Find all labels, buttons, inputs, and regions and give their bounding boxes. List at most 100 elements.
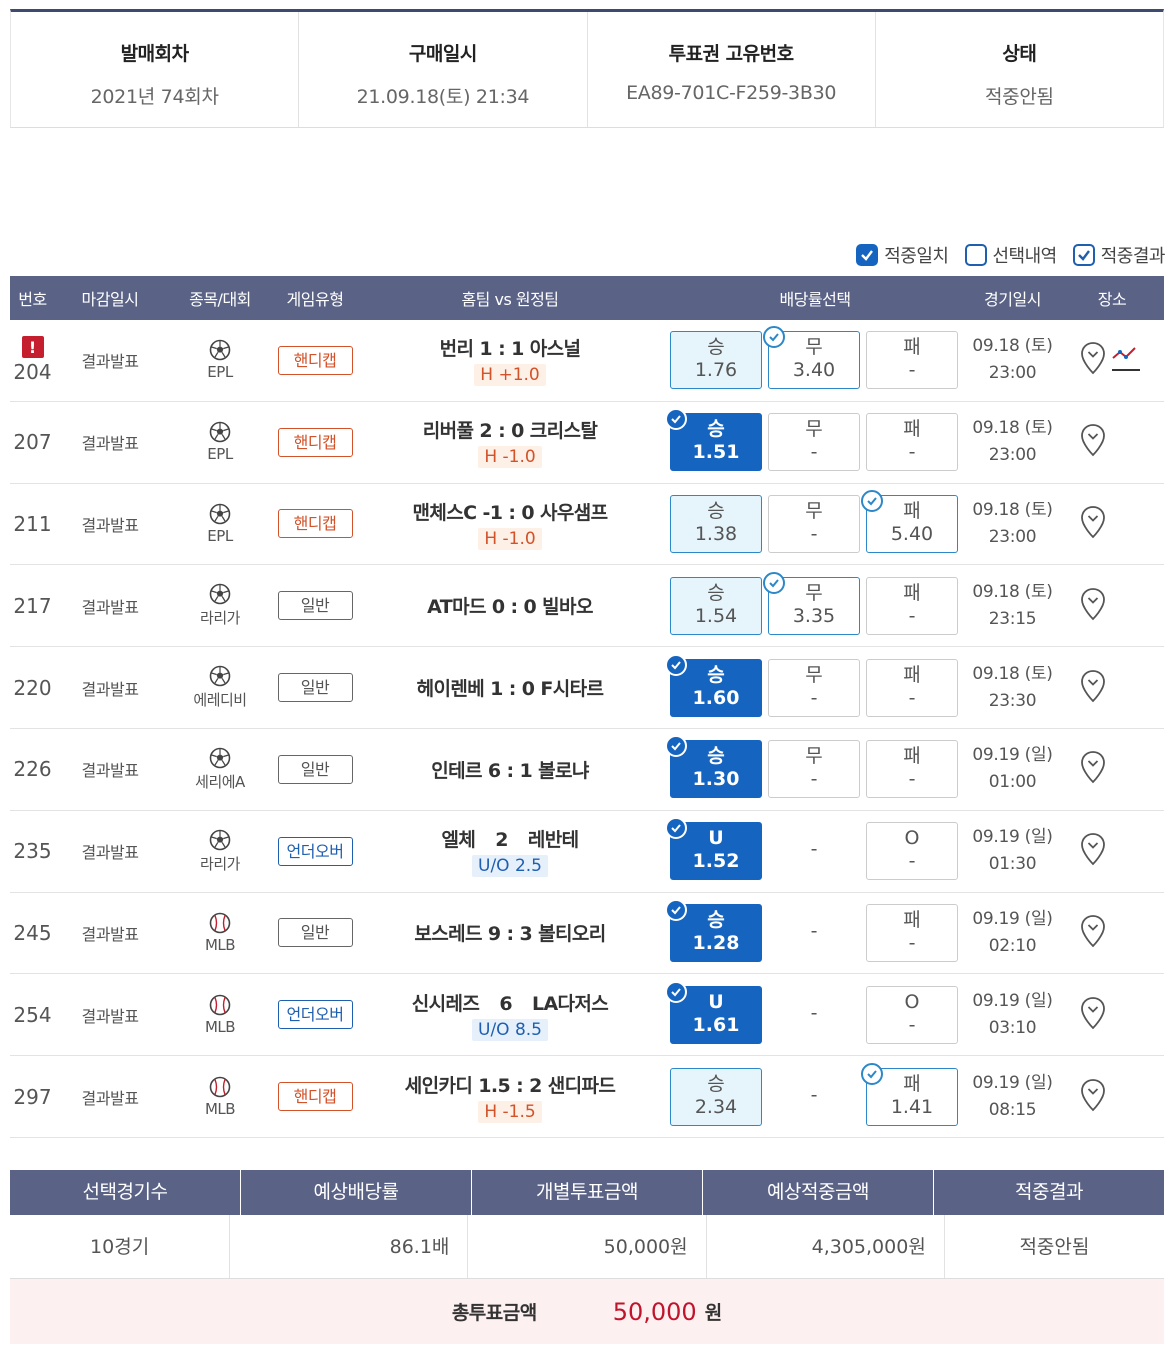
odds-option[interactable]: 승 1.51 [665,408,762,472]
odds-value: 2.34 [694,1095,738,1118]
odds-value: 1.30 [692,768,740,791]
location-pin-icon[interactable] [1080,587,1106,625]
soccer-ball-icon [165,339,275,361]
odds-option[interactable]: 패 1.41 [861,1062,958,1126]
match-datetime-cell: 09.18 (토) 23:30 [965,661,1060,715]
legend-match-toggle[interactable]: 적중일치 [856,242,949,268]
score-separator: : [508,501,516,524]
close-status-cell: 결과발표 [55,348,165,372]
odds-option[interactable]: 패- [866,331,958,390]
location-pin-icon[interactable] [1080,750,1106,788]
game-type-cell: 일반 [275,918,355,948]
match-date: 09.19 (일) [972,827,1053,848]
game-type-badge: 핸디캡 [277,427,353,457]
odds-option[interactable]: 패- [866,740,958,799]
checkbox-outline-checked-icon[interactable] [1072,244,1095,266]
odds-option[interactable]: O- [866,822,958,881]
match-time: 23:30 [988,690,1037,711]
odds-option[interactable]: 무- [768,494,860,553]
sport-cell: EPL [165,339,275,381]
odds-option[interactable]: 패- [866,658,958,717]
col-odds: 배당률선택 [779,290,851,309]
check-circle-icon [665,980,687,1003]
home-team: 인테르 6 [431,759,501,782]
legend-selection-toggle[interactable]: 선택내역 [964,242,1057,268]
teams-cell: 보스레드 9:3 볼티오리 [355,919,665,946]
summary-label: 상태 [1002,43,1037,65]
odds-option[interactable]: 무- [768,658,860,717]
location-pin-icon[interactable] [1080,669,1106,707]
match-row: 211 결과발표 EPL 핸디캡 맨체스C -1:0 사우샘프 H -1.0 승 1.38 무 -… [10,484,1164,566]
match-date: 09.19 (일) [972,908,1053,929]
stats-chart-icon[interactable] [1110,342,1142,378]
location-pin-icon[interactable] [1080,341,1106,379]
odds-option[interactable]: 승 1.54 [670,576,762,635]
match-no-cell: ! 204 [10,336,55,384]
odds-cell: 승 1.54 무 3.35 패 - [665,571,965,635]
odds-option[interactable]: 승 1.28 [665,898,762,962]
location-pin-icon[interactable] [1080,996,1106,1034]
teams-cell: 맨체스C -1:0 사우샘프 H -1.0 [355,498,665,550]
odds-option[interactable]: U 1.61 [665,980,762,1044]
odds-option: - [768,904,860,962]
match-time: 23:15 [988,608,1037,629]
odds-option[interactable]: 패- [866,413,958,472]
location-pin-icon[interactable] [1080,423,1106,461]
odds-option[interactable]: 패 5.40 [861,489,958,553]
score-separator: : [506,759,515,782]
value-expected-payout: 4,305,000원 [707,1215,945,1278]
soccer-ball-icon [165,421,275,443]
col-place: 장소 [1097,290,1127,309]
odds-value: 1.38 [694,522,738,545]
odds-option[interactable]: 승 1.60 [665,653,762,717]
odds-label: 무 [805,745,823,768]
odds-option[interactable]: 무 3.40 [763,326,860,390]
teams-line: 세인카디 1.5:2 샌디파드 [355,1071,665,1098]
odds-option[interactable]: 승 2.34 [670,1067,762,1126]
location-pin-icon[interactable] [1080,914,1106,952]
legend: 적중일치 선택내역 적중결과 [856,242,1166,268]
total-stake-bar: 총투표금액 50,000 원 [10,1279,1164,1344]
match-row: 217 결과발표 라리가 일반 AT마드 0:0 빌바오 승 1.54 무 3.35 패 -09.1… [10,565,1164,648]
odds-option[interactable]: 패- [866,903,958,962]
away-team: 0 F시타르 [521,678,604,701]
odds-option[interactable]: 패- [866,576,958,635]
col-date: 경기일시 [984,290,1041,309]
checkbox-unchecked-icon[interactable] [964,244,987,266]
soccer-ball-icon [165,747,275,769]
odds-value: 1.52 [692,850,740,873]
odds-option[interactable]: O- [866,985,958,1044]
match-no: 297 [13,1084,52,1109]
league-name: EPL [207,363,233,382]
odds-option[interactable]: 승 1.76 [670,331,762,390]
odds-option[interactable]: 무 3.35 [763,571,860,635]
location-pin-icon[interactable] [1080,505,1106,543]
odds-option[interactable]: 승 1.38 [670,494,762,553]
baseball-icon [165,912,275,934]
odds-option[interactable]: U 1.52 [665,817,762,881]
close-status: 결과발표 [81,761,139,781]
odds-option[interactable]: 무- [768,740,860,799]
legend-result-toggle[interactable]: 적중결과 [1072,242,1166,268]
summary-label: 투표권 고유번호 [668,43,794,65]
location-pin-icon[interactable] [1080,1078,1106,1116]
close-status: 결과발표 [81,515,139,535]
league-name: 세리에A [195,772,245,791]
checkbox-checked-icon[interactable] [856,244,879,266]
game-type-badge: 핸디캡 [277,1082,353,1112]
odds-label: 패 [903,418,921,441]
odds-label: 패 [903,908,921,931]
handicap-tag: U/O 8.5 [472,1018,548,1041]
match-no: 204 [13,360,52,385]
away-team: 0 빌바오 [523,596,594,619]
match-row: 245 결과발표 MLB 일반 보스레드 9:3 볼티오리 승 1.28- 패 -09.19 (… [10,893,1164,975]
odds-option[interactable]: 무- [768,413,860,472]
location-pin-icon[interactable] [1080,832,1106,870]
league-name: EPL [207,445,233,464]
odds-label: O [904,827,920,850]
odds-option[interactable]: 승 1.30 [665,735,762,799]
match-no: 245 [13,920,52,945]
match-date: 09.19 (일) [972,745,1053,766]
game-type-badge: 일반 [277,591,353,621]
odds-cell: 승 2.34 - 패 1.41 [665,1062,965,1126]
